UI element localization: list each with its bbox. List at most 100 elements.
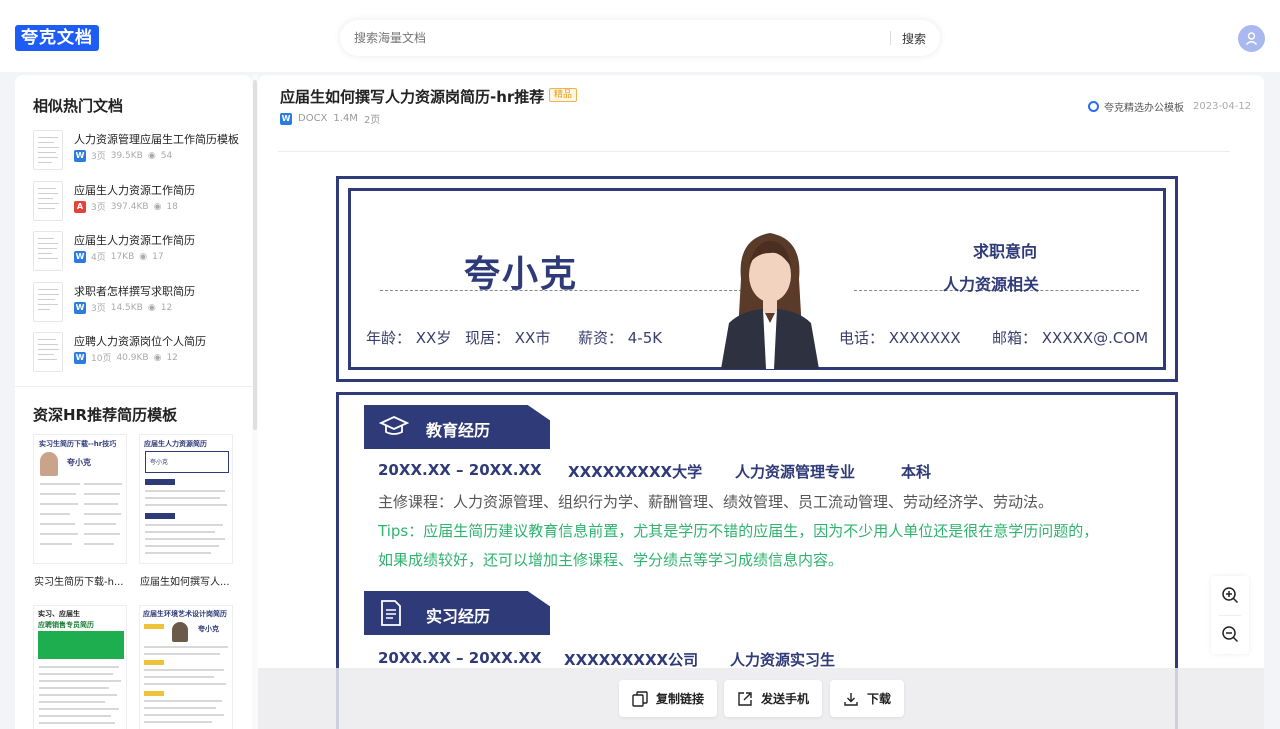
document-panel: 应届生如何撰写人力资源岗简历-hr推荐 精品 W DOCX 1.4M 2页 夸克… bbox=[258, 75, 1264, 729]
doc-thumbnail bbox=[33, 282, 63, 322]
eye-icon: ◉ bbox=[147, 302, 156, 313]
user-icon bbox=[1245, 32, 1258, 45]
similar-docs-heading: 相似热门文档 bbox=[33, 97, 124, 115]
education-period: 20XX.XX – 20XX.XX bbox=[378, 461, 542, 479]
resume-location: 现居： XX市 bbox=[465, 329, 551, 347]
template-name: 应届生如何撰写人... bbox=[140, 577, 230, 588]
source-name[interactable]: 夸克精选办公模板 bbox=[1104, 99, 1184, 114]
education-courses: 主修课程：人力资源管理、组织行为学、薪酬管理、绩效管理、员工流动管理、劳动经济学… bbox=[378, 493, 1054, 511]
thumb-subtitle: 应聘销售专员简历 bbox=[38, 621, 94, 629]
doc-meta: W 3页 14.5KB ◉ 12 bbox=[74, 301, 172, 314]
doc-title: 应聘人力资源岗位个人简历 bbox=[74, 335, 206, 348]
word-file-icon: W bbox=[74, 301, 86, 314]
resume-age: 年龄： XX岁 bbox=[366, 329, 452, 347]
job-intent-label: 求职意向 bbox=[973, 242, 1038, 261]
word-file-icon: W bbox=[280, 112, 292, 125]
similar-doc-item[interactable]: 应届生人力资源工作简历 W 4页 17KB ◉ 17 bbox=[33, 231, 243, 275]
hr-template-card[interactable]: 实习生简历下载--hr技巧 夸小克 实习生简历下载-h... bbox=[33, 434, 127, 594]
document-info: W DOCX 1.4M 2页 bbox=[280, 111, 380, 126]
thumb-title: 实习、应届生 bbox=[38, 610, 80, 618]
doc-pages: 3页 bbox=[91, 152, 106, 162]
send-to-phone-button[interactable]: 发送手机 bbox=[724, 680, 823, 717]
similar-doc-item[interactable]: 求职者怎样撰写求职简历 W 3页 14.5KB ◉ 12 bbox=[33, 282, 243, 326]
resume-email: 邮箱： XXXXX@.COM bbox=[992, 329, 1149, 347]
thumb-photo bbox=[40, 452, 58, 476]
search-bar: 搜索 bbox=[340, 20, 940, 56]
thumb-name: 夸小克 bbox=[150, 459, 169, 466]
hr-template-card[interactable]: 应届生人力资源简历 夸小克 应届生如何撰写人... bbox=[139, 434, 233, 594]
document-format: DOCX bbox=[298, 113, 328, 124]
document-source: 夸克精选办公模板 2023-04-12 bbox=[1088, 99, 1251, 114]
internship-section-title: 实习经历 bbox=[426, 607, 491, 626]
eye-icon: ◉ bbox=[153, 352, 162, 363]
doc-views: 12 bbox=[166, 352, 178, 363]
doc-pages: 3页 bbox=[91, 203, 106, 213]
search-button[interactable]: 搜索 bbox=[902, 30, 926, 47]
publish-date: 2023-04-12 bbox=[1193, 101, 1252, 112]
doc-views: 18 bbox=[166, 201, 178, 212]
education-tip-line2: 如果成绩较好，还可以增加主修课程、学分绩点等学习成绩信息内容。 bbox=[378, 551, 844, 569]
resume-page: 夸小克 求职意向 人力资源相关 年龄： XX岁 现居： XX市 薪资： 4-5K… bbox=[336, 176, 1178, 729]
template-name: 实习生简历下载-h... bbox=[34, 577, 124, 588]
thumb-title: 应届生人力资源简历 bbox=[144, 440, 207, 448]
template-thumbnail: 实习生简历下载--hr技巧 夸小克 bbox=[33, 434, 127, 564]
internship-period: 20XX.XX – 20XX.XX bbox=[378, 649, 542, 667]
doc-pages: 4页 bbox=[91, 253, 106, 263]
share-icon bbox=[738, 691, 752, 706]
doc-size: 17KB bbox=[110, 251, 135, 262]
doc-thumbnail bbox=[33, 130, 63, 170]
education-major: 人力资源管理专业 bbox=[735, 463, 856, 481]
thumb-title: 实习生简历下载--hr技巧 bbox=[39, 440, 117, 448]
search-divider bbox=[890, 31, 891, 45]
doc-thumbnail bbox=[33, 181, 63, 221]
premium-badge: 精品 bbox=[549, 88, 578, 102]
top-header: 夸克文档 搜索 bbox=[0, 0, 1280, 72]
document-title: 应届生如何撰写人力资源岗简历-hr推荐 bbox=[280, 88, 545, 106]
internship-company: XXXXXXXXX公司 bbox=[564, 651, 699, 669]
doc-title: 应届生人力资源工作简历 bbox=[74, 184, 195, 197]
doc-thumbnail bbox=[33, 332, 63, 372]
user-avatar[interactable] bbox=[1238, 25, 1265, 52]
download-label: 下载 bbox=[867, 692, 892, 706]
hr-template-card[interactable]: 应届生环境艺术设计岗简历 夸小克 bbox=[139, 605, 233, 729]
download-button[interactable]: 下载 bbox=[830, 680, 905, 717]
copy-link-label: 复制链接 bbox=[656, 692, 705, 706]
download-icon bbox=[844, 692, 858, 706]
word-file-icon: W bbox=[74, 351, 86, 364]
similar-doc-item[interactable]: 应届生人力资源工作简历 A 3页 397.4KB ◉ 18 bbox=[33, 181, 243, 225]
profile-photo bbox=[721, 233, 819, 369]
copy-icon bbox=[632, 690, 648, 707]
similar-doc-item[interactable]: 应聘人力资源岗位个人简历 W 10页 40.9KB ◉ 12 bbox=[33, 332, 243, 376]
doc-meta: W 3页 39.5KB ◉ 54 bbox=[74, 149, 172, 162]
zoom-in-icon[interactable] bbox=[1220, 585, 1240, 605]
quark-docs-logo[interactable]: 夸克文档 bbox=[15, 25, 99, 51]
education-degree: 本科 bbox=[901, 463, 932, 481]
action-bar: 复制链接 发送手机 下载 bbox=[258, 668, 1264, 729]
eye-icon: ◉ bbox=[147, 150, 156, 161]
source-icon bbox=[1088, 101, 1099, 112]
doc-meta: A 3页 397.4KB ◉ 18 bbox=[74, 200, 178, 213]
similar-doc-item[interactable]: 人力资源管理应届生工作简历模板 W 3页 39.5KB ◉ 54 bbox=[33, 130, 243, 174]
doc-views: 12 bbox=[160, 302, 173, 313]
hr-template-card[interactable]: 实习、应届生 应聘销售专员简历 bbox=[33, 605, 127, 729]
sidebar-divider bbox=[15, 386, 252, 387]
document-size: 1.4M bbox=[333, 113, 358, 124]
doc-views: 17 bbox=[152, 251, 164, 262]
education-tip-line1: Tips：应届生简历建议教育信息前置，尤其是学历不错的应届生，因为不少用人单位还… bbox=[378, 522, 1099, 540]
thumb-photo bbox=[172, 622, 188, 642]
sidebar-scrollbar-thumb[interactable] bbox=[253, 80, 257, 430]
doc-meta: W 4页 17KB ◉ 17 bbox=[74, 250, 164, 263]
word-file-icon: W bbox=[74, 250, 86, 263]
zoom-out-icon[interactable] bbox=[1220, 624, 1240, 644]
search-input[interactable] bbox=[354, 28, 874, 48]
resume-salary: 薪资： 4-5K bbox=[578, 329, 663, 347]
doc-title: 人力资源管理应届生工作简历模板 bbox=[74, 133, 239, 146]
eye-icon: ◉ bbox=[153, 201, 162, 212]
thumb-title: 应届生环境艺术设计岗简历 bbox=[143, 610, 227, 618]
thumb-green-banner bbox=[38, 631, 124, 659]
copy-link-button[interactable]: 复制链接 bbox=[619, 680, 718, 717]
template-thumbnail: 应届生环境艺术设计岗简历 夸小克 bbox=[139, 605, 233, 729]
document-preview: 夸小克 求职意向 人力资源相关 年龄： XX岁 现居： XX市 薪资： 4-5K… bbox=[278, 151, 1230, 729]
thumb-name: 夸小克 bbox=[67, 458, 91, 467]
zoom-controls bbox=[1211, 576, 1249, 654]
